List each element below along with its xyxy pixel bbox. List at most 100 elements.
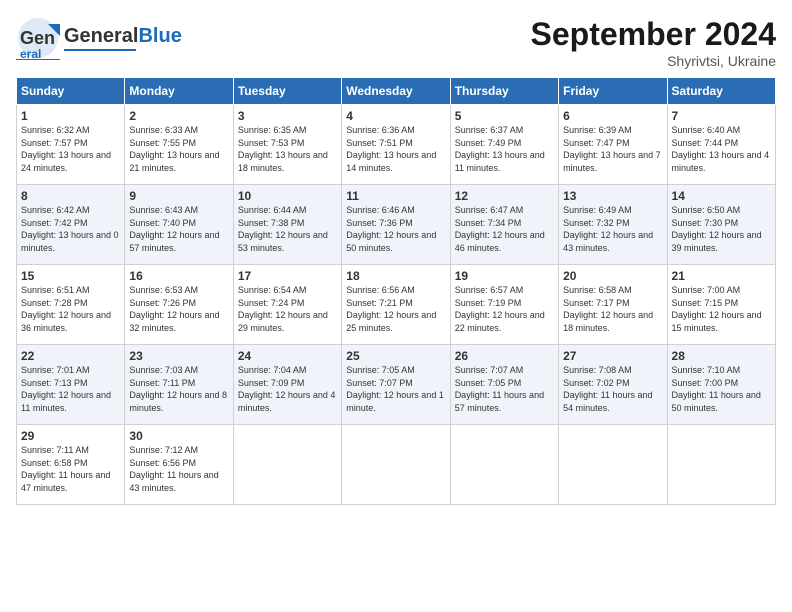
cell-text: Sunrise: 7:11 AMSunset: 6:58 PMDaylight:… [21,445,110,493]
calendar-cell: 12 Sunrise: 6:47 AMSunset: 7:34 PMDayligh… [450,185,558,265]
day-header-thursday: Thursday [450,78,558,105]
day-number: 27 [563,349,662,363]
day-number: 19 [455,269,554,283]
calendar-cell: 9 Sunrise: 6:43 AMSunset: 7:40 PMDaylight… [125,185,233,265]
calendar-cell: 8Sunrise: 6:42 AMSunset: 7:42 PMDaylight… [17,185,125,265]
cell-text: Sunrise: 7:03 AMSunset: 7:11 PMDaylight:… [129,365,227,413]
calendar-cell: 14 Sunrise: 6:50 AMSunset: 7:30 PMDayligh… [667,185,775,265]
calendar-cell [559,425,667,505]
calendar-week-row: 15 Sunrise: 6:51 AMSunset: 7:28 PMDayligh… [17,265,776,345]
cell-text: Sunrise: 6:49 AMSunset: 7:32 PMDaylight:… [563,205,653,253]
calendar-cell [233,425,341,505]
cell-text: Sunrise: 6:53 AMSunset: 7:26 PMDaylight:… [129,285,219,333]
cell-text: Sunrise: 6:47 AMSunset: 7:34 PMDaylight:… [455,205,545,253]
day-number: 21 [672,269,771,283]
logo-icon: Gen eral [16,16,60,60]
day-number: 26 [455,349,554,363]
day-number: 10 [238,189,337,203]
cell-text: Sunrise: 6:50 AMSunset: 7:30 PMDaylight:… [672,205,762,253]
calendar-cell: 6Sunrise: 6:39 AMSunset: 7:47 PMDaylight… [559,105,667,185]
day-number: 13 [563,189,662,203]
day-number: 14 [672,189,771,203]
calendar-cell: 18Sunrise: 6:56 AMSunset: 7:21 PMDayligh… [342,265,450,345]
cell-text: Sunrise: 7:08 AMSunset: 7:02 PMDaylight:… [563,365,652,413]
day-number: 15 [21,269,120,283]
cell-text: Sunrise: 6:44 AMSunset: 7:38 PMDaylight:… [238,205,328,253]
calendar-cell: 19 Sunrise: 6:57 AMSunset: 7:19 PMDayligh… [450,265,558,345]
day-number: 9 [129,189,228,203]
logo: Gen eral GeneralBlue [16,16,182,60]
calendar-cell: 4 Sunrise: 6:36 AMSunset: 7:51 PMDaylight… [342,105,450,185]
calendar-week-row: 8Sunrise: 6:42 AMSunset: 7:42 PMDaylight… [17,185,776,265]
day-number: 23 [129,349,228,363]
cell-text: Sunrise: 6:37 AMSunset: 7:49 PMDaylight:… [455,125,545,173]
cell-text: Sunrise: 7:01 AMSunset: 7:13 PMDaylight:… [21,365,111,413]
day-header-friday: Friday [559,78,667,105]
cell-text: Sunrise: 6:46 AMSunset: 7:36 PMDaylight:… [346,205,436,253]
calendar-header-row: SundayMondayTuesdayWednesdayThursdayFrid… [17,78,776,105]
calendar-cell: 28Sunrise: 7:10 AMSunset: 7:00 PMDayligh… [667,345,775,425]
day-number: 25 [346,349,445,363]
calendar-cell [667,425,775,505]
day-number: 12 [455,189,554,203]
logo-general: General [64,25,138,47]
cell-text: Sunrise: 6:40 AMSunset: 7:44 PMDaylight:… [672,125,770,173]
cell-text: Sunrise: 6:57 AMSunset: 7:19 PMDaylight:… [455,285,545,333]
title-block: September 2024 Shyrivtsi, Ukraine [531,16,776,69]
calendar-cell: 1 Sunrise: 6:32 AMSunset: 7:57 PMDaylight… [17,105,125,185]
day-header-sunday: Sunday [17,78,125,105]
day-number: 3 [238,109,337,123]
calendar-cell: 25 Sunrise: 7:05 AMSunset: 7:07 PMDayligh… [342,345,450,425]
day-number: 2 [129,109,228,123]
calendar-cell: 17 Sunrise: 6:54 AMSunset: 7:24 PMDayligh… [233,265,341,345]
day-header-wednesday: Wednesday [342,78,450,105]
calendar-cell: 11 Sunrise: 6:46 AMSunset: 7:36 PMDayligh… [342,185,450,265]
calendar-cell: 7 Sunrise: 6:40 AMSunset: 7:44 PMDaylight… [667,105,775,185]
day-number: 20 [563,269,662,283]
calendar-cell: 24 Sunrise: 7:04 AMSunset: 7:09 PMDayligh… [233,345,341,425]
day-number: 29 [21,429,120,443]
calendar-cell: 27 Sunrise: 7:08 AMSunset: 7:02 PMDayligh… [559,345,667,425]
calendar-cell: 3 Sunrise: 6:35 AMSunset: 7:53 PMDaylight… [233,105,341,185]
cell-text: Sunrise: 7:05 AMSunset: 7:07 PMDaylight:… [346,365,444,413]
day-header-saturday: Saturday [667,78,775,105]
cell-text: Sunrise: 6:51 AMSunset: 7:28 PMDaylight:… [21,285,111,333]
cell-text: Sunrise: 7:12 AMSunset: 6:56 PMDaylight:… [129,445,218,493]
day-number: 7 [672,109,771,123]
logo-blue: Blue [138,25,181,47]
day-header-tuesday: Tuesday [233,78,341,105]
cell-text: Sunrise: 6:32 AMSunset: 7:57 PMDaylight:… [21,125,111,173]
calendar-cell: 21 Sunrise: 7:00 AMSunset: 7:15 PMDayligh… [667,265,775,345]
calendar-cell [342,425,450,505]
day-number: 4 [346,109,445,123]
cell-text: Sunrise: 6:54 AMSunset: 7:24 PMDaylight:… [238,285,328,333]
calendar-cell: 15 Sunrise: 6:51 AMSunset: 7:28 PMDayligh… [17,265,125,345]
cell-text: Sunrise: 6:35 AMSunset: 7:53 PMDaylight:… [238,125,328,173]
day-number: 16 [129,269,228,283]
day-number: 28 [672,349,771,363]
cell-text: Sunrise: 6:36 AMSunset: 7:51 PMDaylight:… [346,125,436,173]
svg-text:Gen: Gen [20,28,55,48]
cell-text: Sunrise: 7:07 AMSunset: 7:05 PMDaylight:… [455,365,544,413]
calendar-week-row: 29 Sunrise: 7:11 AMSunset: 6:58 PMDayligh… [17,425,776,505]
calendar-cell: 20Sunrise: 6:58 AMSunset: 7:17 PMDayligh… [559,265,667,345]
calendar-cell: 16 Sunrise: 6:53 AMSunset: 7:26 PMDayligh… [125,265,233,345]
calendar-cell: 22Sunrise: 7:01 AMSunset: 7:13 PMDayligh… [17,345,125,425]
day-number: 24 [238,349,337,363]
calendar-cell: 29 Sunrise: 7:11 AMSunset: 6:58 PMDayligh… [17,425,125,505]
cell-text: Sunrise: 6:43 AMSunset: 7:40 PMDaylight:… [129,205,219,253]
day-number: 11 [346,189,445,203]
page-header: Gen eral GeneralBlue September 2024 Shyr… [16,16,776,69]
day-number: 1 [21,109,120,123]
day-number: 17 [238,269,337,283]
cell-text: Sunrise: 6:42 AMSunset: 7:42 PMDaylight:… [21,205,119,253]
day-number: 18 [346,269,445,283]
svg-text:eral: eral [20,47,41,60]
day-number: 30 [129,429,228,443]
day-number: 6 [563,109,662,123]
cell-text: Sunrise: 7:00 AMSunset: 7:15 PMDaylight:… [672,285,762,333]
calendar-cell: 10 Sunrise: 6:44 AMSunset: 7:38 PMDayligh… [233,185,341,265]
cell-text: Sunrise: 7:04 AMSunset: 7:09 PMDaylight:… [238,365,336,413]
month-title: September 2024 [531,16,776,53]
day-number: 5 [455,109,554,123]
